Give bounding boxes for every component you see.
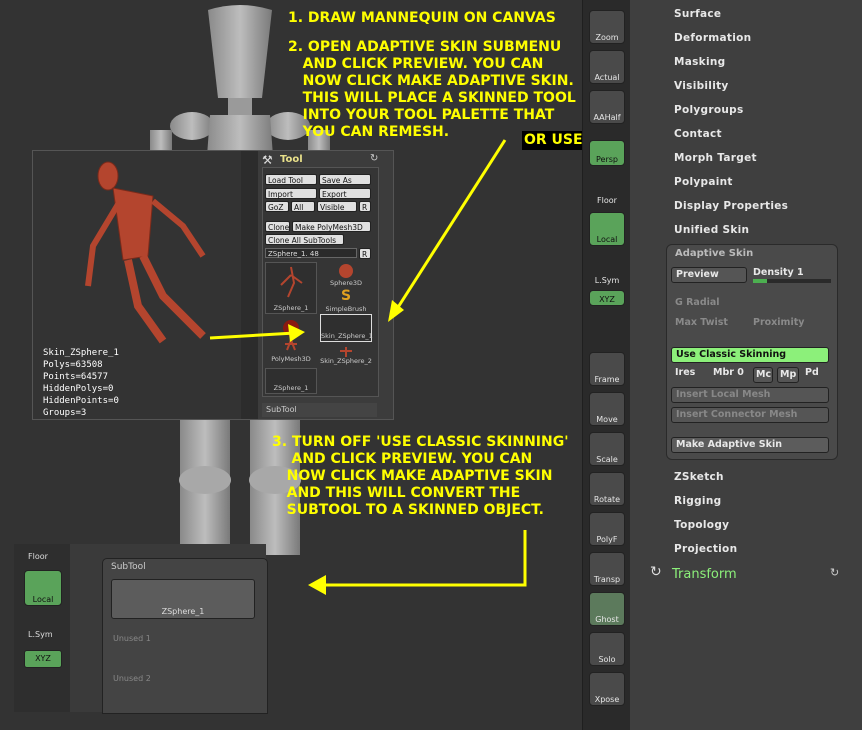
frame-label: Frame bbox=[594, 375, 620, 384]
preview-button[interactable]: Preview bbox=[671, 267, 747, 283]
actual-label: Actual bbox=[594, 73, 620, 82]
transform-reset-icon[interactable]: ↻ bbox=[830, 566, 839, 579]
local-button[interactable]: Local bbox=[24, 570, 62, 606]
subtool-panel: SubTool ZSphere_1 Unused 1 Unused 2 bbox=[102, 558, 268, 714]
menu-polypaint[interactable]: Polypaint bbox=[674, 176, 733, 188]
scale-button[interactable]: Scale bbox=[589, 432, 625, 466]
lsym-dock-label: L.Sym bbox=[594, 276, 620, 285]
subtool-inset: Floor Local L.Sym XYZ SubTool ZSphere_1 … bbox=[14, 544, 268, 714]
menu-morph-target[interactable]: Morph Target bbox=[674, 152, 757, 164]
subtool-active-label: ZSphere_1 bbox=[161, 607, 205, 616]
menu-display-properties[interactable]: Display Properties bbox=[674, 200, 788, 212]
tool-menu: Surface Deformation Masking Visibility P… bbox=[630, 0, 862, 730]
floor-dock-button[interactable]: Floor bbox=[589, 180, 625, 206]
menu-rigging[interactable]: Rigging bbox=[674, 495, 721, 507]
local-dock-button[interactable]: Local bbox=[589, 212, 625, 246]
menu-transform[interactable]: Transform bbox=[672, 567, 737, 582]
subtool-active-item[interactable]: ZSphere_1 bbox=[111, 579, 255, 619]
xyz-dock-button[interactable]: XYZ bbox=[589, 290, 625, 306]
solo-label: Solo bbox=[598, 655, 616, 664]
actual-button[interactable]: Actual bbox=[589, 50, 625, 84]
aahalf-button[interactable]: AAHalf bbox=[589, 90, 625, 124]
xyz-dock-label: XYZ bbox=[599, 295, 615, 304]
lsym-button[interactable]: L.Sym bbox=[28, 630, 53, 639]
menu-deformation[interactable]: Deformation bbox=[674, 32, 751, 44]
transp-button[interactable]: Transp bbox=[589, 552, 625, 586]
frame-button[interactable]: Frame bbox=[589, 352, 625, 386]
persp-button[interactable]: Persp bbox=[589, 140, 625, 166]
density-fill bbox=[753, 279, 767, 283]
menu-masking[interactable]: Masking bbox=[674, 56, 725, 68]
mc-button[interactable]: Mc bbox=[753, 367, 773, 383]
proximity-slider[interactable]: Proximity bbox=[753, 317, 804, 328]
insert-local-mesh-button[interactable]: Insert Local Mesh bbox=[671, 387, 829, 403]
adaptive-skin-title[interactable]: Adaptive Skin bbox=[675, 248, 753, 259]
max-twist-slider[interactable]: Max Twist bbox=[675, 317, 728, 328]
mbr-slider[interactable]: Mbr 0 bbox=[713, 367, 744, 378]
g-radial-slider[interactable]: G Radial bbox=[675, 297, 720, 308]
local-dock-label: Local bbox=[596, 235, 618, 244]
density-track[interactable] bbox=[753, 279, 831, 283]
solo-button[interactable]: Solo bbox=[589, 632, 625, 666]
floor-label: Floor bbox=[597, 196, 617, 205]
density-slider[interactable]: Density 1 bbox=[753, 267, 804, 278]
transp-label: Transp bbox=[593, 575, 621, 584]
inset-dock: Floor Local L.Sym XYZ bbox=[14, 544, 70, 712]
zoom-button[interactable]: Zoom bbox=[589, 10, 625, 44]
rotate-button[interactable]: Rotate bbox=[589, 472, 625, 506]
polyf-button[interactable]: PolyF bbox=[589, 512, 625, 546]
transform-icon: ↻ bbox=[650, 564, 662, 580]
scale-label: Scale bbox=[596, 455, 618, 464]
xpose-label: Xpose bbox=[594, 695, 620, 704]
menu-zsketch[interactable]: ZSketch bbox=[674, 471, 724, 483]
use-classic-skinning-toggle[interactable]: Use Classic Skinning bbox=[671, 347, 829, 363]
zoom-label: Zoom bbox=[595, 33, 619, 42]
polyf-label: PolyF bbox=[596, 535, 618, 544]
move-button[interactable]: Move bbox=[589, 392, 625, 426]
ires-slider[interactable]: Ires bbox=[675, 367, 695, 378]
ghost-label: Ghost bbox=[595, 615, 619, 624]
xyz-button[interactable]: XYZ bbox=[24, 650, 62, 668]
subtool-unused-1[interactable]: Unused 1 bbox=[113, 634, 151, 643]
subtool-title: SubTool bbox=[111, 562, 146, 572]
right-dock: Zoom Actual AAHalf Persp Floor Local L.S… bbox=[582, 0, 631, 730]
canvas-viewport[interactable]: 1. DRAW MANNEQUIN ON CANVAS 2. OPEN ADAP… bbox=[0, 0, 639, 730]
ghost-button[interactable]: Ghost bbox=[589, 592, 625, 626]
subtool-unused-2[interactable]: Unused 2 bbox=[113, 674, 151, 683]
menu-polygroups[interactable]: Polygroups bbox=[674, 104, 744, 116]
pd-slider[interactable]: Pd bbox=[805, 367, 819, 378]
persp-label: Persp bbox=[596, 155, 618, 164]
menu-contact[interactable]: Contact bbox=[674, 128, 722, 140]
rotate-label: Rotate bbox=[593, 495, 621, 504]
menu-topology[interactable]: Topology bbox=[674, 519, 729, 531]
insert-connector-mesh-button[interactable]: Insert Connector Mesh bbox=[671, 407, 829, 423]
menu-surface[interactable]: Surface bbox=[674, 8, 721, 20]
lsym-dock-button[interactable]: L.Sym bbox=[589, 260, 625, 286]
menu-visibility[interactable]: Visibility bbox=[674, 80, 729, 92]
adaptive-skin-panel: Adaptive Skin Preview Density 1 G Radial… bbox=[666, 244, 838, 460]
menu-projection[interactable]: Projection bbox=[674, 543, 737, 555]
menu-unified-skin[interactable]: Unified Skin bbox=[674, 224, 749, 236]
aahalf-label: AAHalf bbox=[593, 113, 621, 122]
xpose-button[interactable]: Xpose bbox=[589, 672, 625, 706]
move-label: Move bbox=[596, 415, 618, 424]
mp-button[interactable]: Mp bbox=[777, 367, 799, 383]
local-label: Local bbox=[32, 595, 54, 604]
make-adaptive-skin-button[interactable]: Make Adaptive Skin bbox=[671, 437, 829, 453]
floor-button[interactable]: Floor bbox=[28, 552, 48, 561]
